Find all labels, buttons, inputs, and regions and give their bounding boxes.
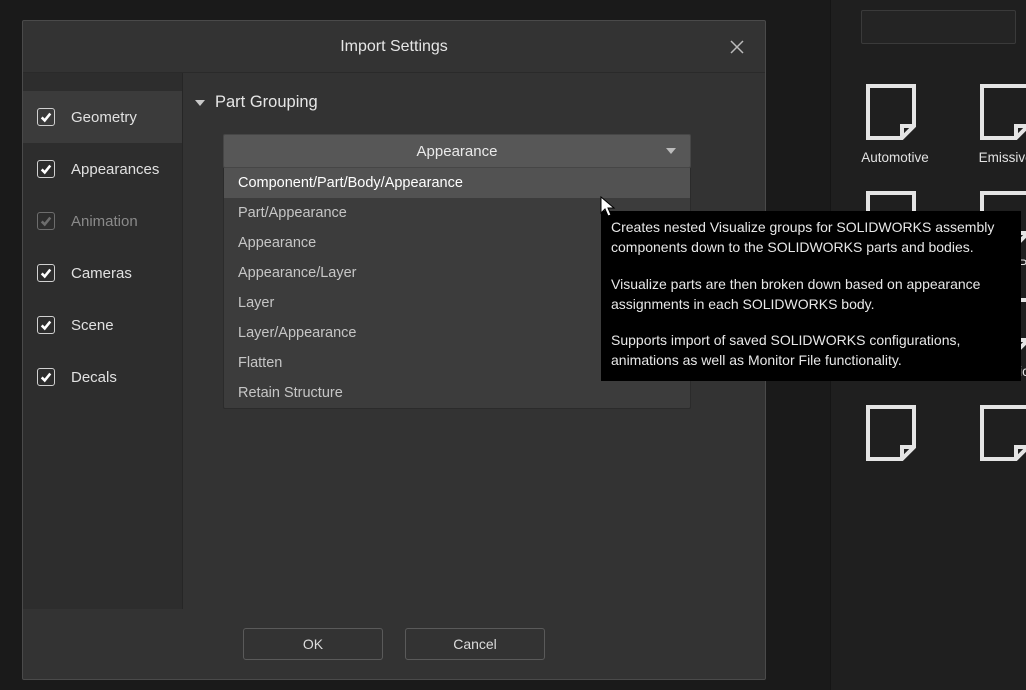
checkbox[interactable] <box>37 316 55 334</box>
section-heading[interactable]: Part Grouping <box>183 93 739 112</box>
library-folder[interactable]: Emissives <box>963 80 1026 165</box>
checkbox[interactable] <box>37 264 55 282</box>
tooltip-line: Creates nested Visualize groups for SOLI… <box>611 217 1011 258</box>
checkbox[interactable] <box>37 108 55 126</box>
cancel-button[interactable]: Cancel <box>405 628 545 660</box>
library-search-box[interactable] <box>861 10 1016 44</box>
tooltip-line: Visualize parts are then broken down bas… <box>611 274 1011 315</box>
section-title: Part Grouping <box>215 93 318 112</box>
sidebar-item-geometry[interactable]: Geometry <box>23 91 182 143</box>
sidebar-item-label: Decals <box>71 369 117 386</box>
ok-button[interactable]: OK <box>243 628 383 660</box>
sidebar: Geometry Appearances Animation Cameras Scene… <box>23 73 183 609</box>
dropdown-option[interactable]: Component/Part/Body/Appearance <box>224 168 690 198</box>
chevron-down-icon <box>666 148 676 154</box>
dialog-title: Import Settings <box>340 38 448 56</box>
checkbox[interactable] <box>37 160 55 178</box>
folder-icon <box>976 80 1026 144</box>
library-folder[interactable] <box>849 401 941 471</box>
checkbox[interactable] <box>37 212 55 230</box>
dialog-header: Import Settings <box>23 21 765 73</box>
sidebar-item-label: Geometry <box>71 109 137 126</box>
close-icon <box>729 39 745 55</box>
dialog-footer: OK Cancel <box>23 609 765 679</box>
folder-icon <box>862 401 928 465</box>
library-folder[interactable]: Automotive <box>849 80 941 165</box>
library-folder-label: Emissives <box>963 150 1026 165</box>
sidebar-item-appearances[interactable]: Appearances <box>23 143 182 195</box>
combo-selected-label: Appearance <box>417 143 498 160</box>
checkbox[interactable] <box>37 368 55 386</box>
library-folder[interactable] <box>963 401 1026 471</box>
sidebar-item-cameras[interactable]: Cameras <box>23 247 182 299</box>
sidebar-item-label: Cameras <box>71 265 132 282</box>
sidebar-item-animation[interactable]: Animation <box>23 195 182 247</box>
part-grouping-combo[interactable]: Appearance <box>223 134 691 168</box>
sidebar-item-label: Appearances <box>71 161 159 178</box>
sidebar-item-scene[interactable]: Scene <box>23 299 182 351</box>
chevron-down-icon <box>195 100 205 106</box>
library-folder-label: Automotive <box>849 150 941 165</box>
sidebar-item-label: Animation <box>71 213 138 230</box>
tooltip: Creates nested Visualize groups for SOLI… <box>601 211 1021 381</box>
folder-icon <box>862 80 928 144</box>
sidebar-item-label: Scene <box>71 317 114 334</box>
tooltip-line: Supports import of saved SOLIDWORKS conf… <box>611 330 1011 371</box>
folder-icon <box>976 401 1026 465</box>
sidebar-item-decals[interactable]: Decals <box>23 351 182 403</box>
close-button[interactable] <box>723 33 751 61</box>
dropdown-option[interactable]: Retain Structure <box>224 378 690 408</box>
